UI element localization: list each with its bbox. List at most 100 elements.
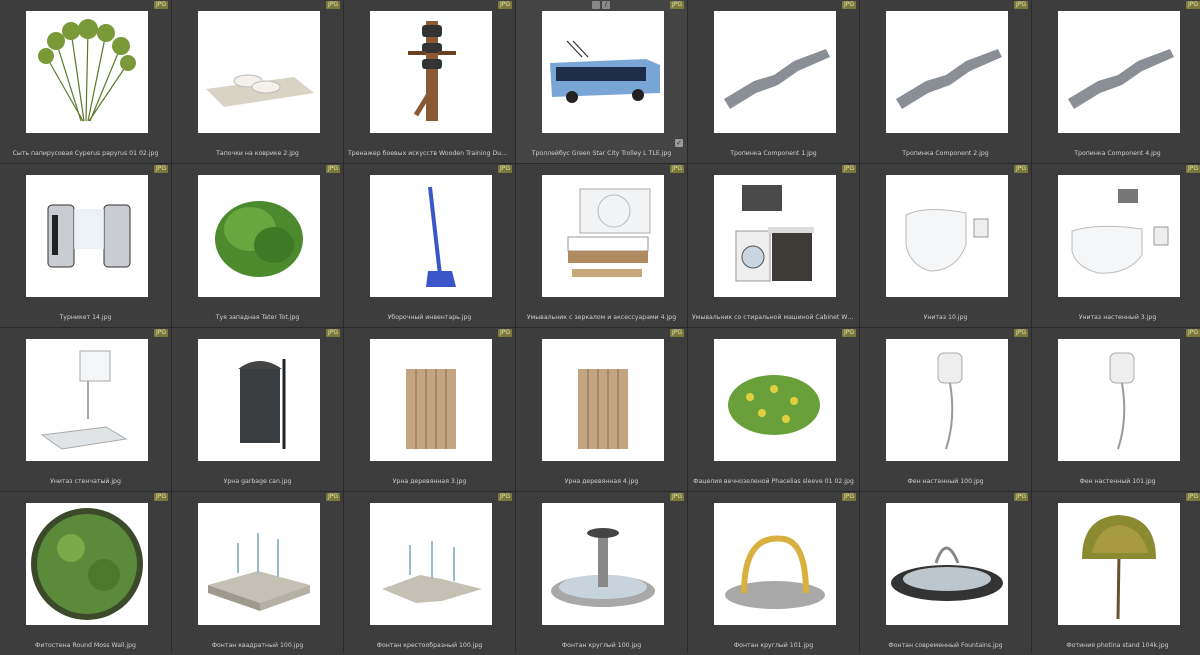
file-name: Фацелия вечнозеленой Phacelias sleeve 01…: [693, 478, 854, 485]
thumbnail-cell[interactable]: JPG Умывальник со стиральной машиной Cab…: [688, 164, 859, 327]
thumbnail-cell[interactable]: JPG Фонтан круглый 100.jpg: [516, 492, 687, 655]
thumbnail-cell[interactable]: JPG Тренажер боевых искусств Wooden Trai…: [344, 0, 515, 163]
thumbnail-cell[interactable]: ∕ ✓ JPG Троллейбус Green Star City Trolley…: [516, 0, 687, 163]
ring-fountain-icon[interactable]: [714, 503, 836, 625]
cross-fountain-icon[interactable]: [370, 503, 492, 625]
topiary-tree-icon[interactable]: [1058, 503, 1180, 625]
checkmark-icon[interactable]: ✓: [675, 139, 683, 147]
path-component-icon[interactable]: [714, 11, 836, 133]
thumbnail-cell[interactable]: JPG Тропинка Component 2.jpg: [860, 0, 1031, 163]
file-type-badge: JPG: [669, 165, 684, 173]
file-type-badge: JPG: [1013, 165, 1028, 173]
cleaning-tool-icon[interactable]: [370, 175, 492, 297]
file-type-badge: JPG: [325, 329, 340, 337]
thumbnail-cell[interactable]: JPG Туя западная Tater Tot.jpg: [172, 164, 343, 327]
thumbnail-cell[interactable]: JPG Фитостена Round Moss Wall.jpg: [0, 492, 171, 655]
file-type-badge: JPG: [841, 1, 856, 9]
thumbnail-cell[interactable]: JPG Тапочки на коврике 2.jpg: [172, 0, 343, 163]
thumbnail-cell[interactable]: JPG Унитаз 10.jpg: [860, 164, 1031, 327]
path-component-icon[interactable]: [886, 11, 1008, 133]
hair-dryer-icon[interactable]: [1058, 339, 1180, 461]
file-type-badge: JPG: [669, 493, 684, 501]
file-type-badge: JPG: [841, 165, 856, 173]
thumbnail-cell[interactable]: JPG Уборочный инвентарь.jpg: [344, 164, 515, 327]
round-fountain-icon[interactable]: [542, 503, 664, 625]
file-name: Тропинка Component 4.jpg: [1074, 150, 1161, 157]
thumbnail-cell[interactable]: JPG Сыть папирусовая Cyperus papyrus 01 …: [0, 0, 171, 163]
wall-toilet-icon[interactable]: [1058, 175, 1180, 297]
pen-icon[interactable]: ∕: [602, 1, 610, 9]
file-name: Туя западная Tater Tot.jpg: [215, 314, 300, 321]
file-type-badge: JPG: [325, 493, 340, 501]
trolleybus-icon[interactable]: [542, 11, 664, 133]
file-type-badge: JPG: [1185, 493, 1200, 501]
thumbnail-cell[interactable]: JPG Фен настенный 100.jpg: [860, 328, 1031, 491]
moss-wall-icon[interactable]: [26, 503, 148, 625]
wooden-bin-icon[interactable]: [542, 339, 664, 461]
thuja-bush-icon[interactable]: [198, 175, 320, 297]
turnstile-icon[interactable]: [26, 175, 148, 297]
file-type-badge: JPG: [841, 329, 856, 337]
file-type-badge: JPG: [497, 165, 512, 173]
thumbnail-cell[interactable]: JPG Фонтан крестообразный 100.jpg: [344, 492, 515, 655]
thumbnail-cell[interactable]: JPG Фонтан современный Fountains.jpg: [860, 492, 1031, 655]
modern-fountain-icon[interactable]: [886, 503, 1008, 625]
file-type-badge: JPG: [1013, 329, 1028, 337]
garbage-can-icon[interactable]: [198, 339, 320, 461]
file-name: Урна garbage can.jpg: [223, 478, 292, 485]
thumbnail-cell[interactable]: JPG Тропинка Component 4.jpg: [1032, 0, 1200, 163]
file-type-badge: JPG: [497, 493, 512, 501]
file-type-badge: JPG: [1013, 1, 1028, 9]
file-name: Фен настенный 100.jpg: [907, 478, 984, 485]
file-name: Фотиния photina stand 104k.jpg: [1066, 642, 1169, 649]
thumbnail-cell[interactable]: JPG Фацелия вечнозеленой Phacelias sleev…: [688, 328, 859, 491]
file-name: Тропинка Component 1.jpg: [730, 150, 817, 157]
washbasin-mirror-icon[interactable]: [542, 175, 664, 297]
file-name: Фонтан современный Fountains.jpg: [888, 642, 1003, 649]
thumbnail-grid: JPG Сыть папирусовая Cyperus papyrus 01 …: [0, 0, 1200, 655]
training-dummy-icon[interactable]: [370, 11, 492, 133]
file-type-badge: JPG: [1013, 493, 1028, 501]
thumbnail-cell[interactable]: JPG Урна деревянная 4.jpg: [516, 328, 687, 491]
file-name: Умывальник с зеркалом и аксессуарами 4.j…: [526, 314, 677, 321]
file-type-badge: JPG: [153, 165, 168, 173]
path-component-icon[interactable]: [1058, 11, 1180, 133]
thumbnail-cell[interactable]: JPG Урна деревянная 3.jpg: [344, 328, 515, 491]
thumbnail-cell[interactable]: JPG Тропинка Component 1.jpg: [688, 0, 859, 163]
file-name: Фитостена Round Moss Wall.jpg: [35, 642, 136, 649]
file-name: Тренажер боевых искусств Wooden Training…: [348, 150, 511, 157]
file-type-badge: JPG: [153, 329, 168, 337]
thumbnail-cell[interactable]: JPG Фонтан квадратный 100.jpg: [172, 492, 343, 655]
file-type-badge: JPG: [1185, 1, 1200, 9]
file-name: Сыть папирусовая Cyperus papyrus 01 02.j…: [12, 150, 159, 157]
wooden-bin-icon[interactable]: [370, 339, 492, 461]
file-type-badge: JPG: [1185, 165, 1200, 173]
file-name: Турникет 14.jpg: [59, 314, 112, 321]
flower-bush-icon[interactable]: [714, 339, 836, 461]
thumbnail-cell[interactable]: JPG Фен настенный 101.jpg: [1032, 328, 1200, 491]
file-type-badge: JPG: [497, 1, 512, 9]
thumbnail-cell[interactable]: JPG Урна garbage can.jpg: [172, 328, 343, 491]
square-icon[interactable]: [592, 1, 600, 9]
thumbnail-cell[interactable]: JPG Унитаз настенный 3.jpg: [1032, 164, 1200, 327]
file-name: Умывальник со стиральной машиной Cabinet…: [692, 314, 855, 321]
thumbnail-cell[interactable]: JPG Фотиния photina stand 104k.jpg: [1032, 492, 1200, 655]
file-name: Уборочный инвентарь.jpg: [387, 314, 472, 321]
thumbnail-cell[interactable]: JPG Фонтан круглый 101.jpg: [688, 492, 859, 655]
squat-toilet-icon[interactable]: [26, 339, 148, 461]
file-type-badge: JPG: [841, 493, 856, 501]
slippers-on-rug-icon[interactable]: [198, 11, 320, 133]
file-name: Урна деревянная 4.jpg: [564, 478, 639, 485]
file-name: Тапочки на коврике 2.jpg: [216, 150, 299, 157]
file-name: Унитаз стенчатый.jpg: [50, 478, 121, 485]
thumbnail-cell[interactable]: JPG Турникет 14.jpg: [0, 164, 171, 327]
papyrus-plant-icon[interactable]: [26, 11, 148, 133]
thumbnail-cell[interactable]: JPG Унитаз стенчатый.jpg: [0, 328, 171, 491]
square-fountain-icon[interactable]: [198, 503, 320, 625]
toilet-icon[interactable]: [886, 175, 1008, 297]
file-name: Фонтан круглый 101.jpg: [733, 642, 814, 649]
thumbnail-cell[interactable]: JPG Умывальник с зеркалом и аксессуарами…: [516, 164, 687, 327]
hair-dryer-icon[interactable]: [886, 339, 1008, 461]
washing-machine-cabinet-icon[interactable]: [714, 175, 836, 297]
cell-toolbar: ∕: [592, 1, 610, 9]
